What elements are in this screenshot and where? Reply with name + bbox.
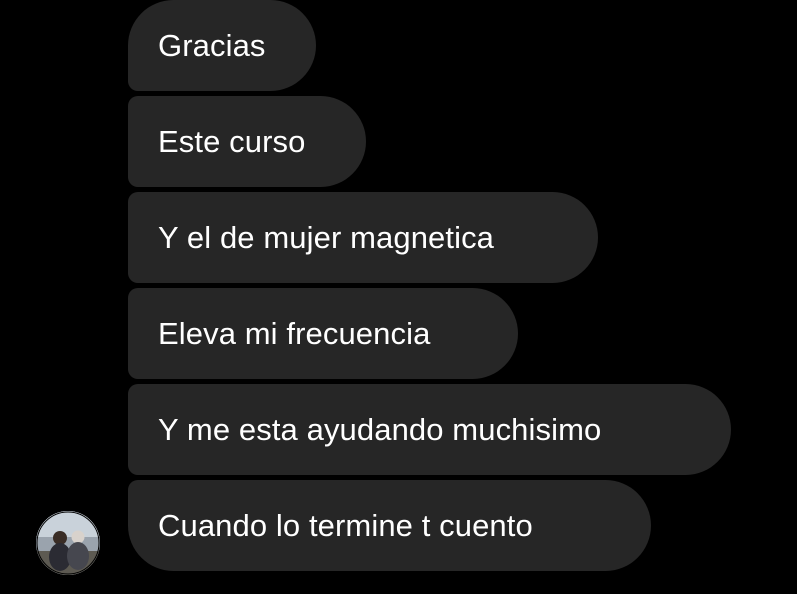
message-text: Este curso <box>158 124 306 159</box>
message-bubble[interactable]: Cuando lo termine t cuento <box>128 480 651 571</box>
message-bubble[interactable]: Y me esta ayudando muchisimo <box>128 384 731 475</box>
sender-avatar[interactable] <box>36 511 100 575</box>
profile-photo-avatar-icon <box>36 511 100 575</box>
message-text: Gracias <box>158 28 266 63</box>
message-bubble[interactable]: Y el de mujer magnetica <box>128 192 598 283</box>
message-text: Cuando lo termine t cuento <box>158 508 533 543</box>
message-text: Y me esta ayudando muchisimo <box>158 412 602 447</box>
message-text: Eleva mi frecuencia <box>158 316 431 351</box>
message-bubble[interactable]: Gracias <box>128 0 316 91</box>
message-bubble[interactable]: Eleva mi frecuencia <box>128 288 518 379</box>
message-thread: Gracias Este curso Y el de mujer magneti… <box>0 0 797 594</box>
message-bubble[interactable]: Este curso <box>128 96 366 187</box>
message-text: Y el de mujer magnetica <box>158 220 495 255</box>
